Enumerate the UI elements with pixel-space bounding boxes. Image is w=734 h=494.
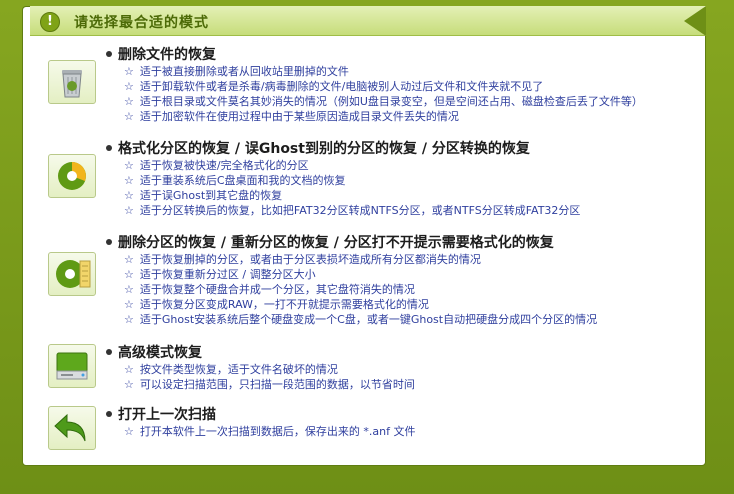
- section-title: 删除分区的恢复 / 重新分区的恢复 / 分区打不开提示需要格式化的恢复: [106, 232, 554, 252]
- mode-formatted-partition[interactable]: 格式化分区的恢复 / 误Ghost到别的分区的恢复 / 分区转换的恢复 ☆ 适于恢…: [48, 138, 688, 224]
- header-flag-decoration: [684, 6, 706, 36]
- section-items: ☆ 适于恢复被快速/完全格式化的分区 ☆ 适于重装系统后C盘桌面和我的文档的恢复 ☆…: [124, 158, 580, 218]
- list-item: ☆ 适于恢复整个硬盘合并成一个分区，其它盘符消失的情况: [124, 283, 415, 296]
- list-item: ☆ 适于恢复重新分过区 / 调整分区大小: [124, 268, 316, 281]
- partition-icon: [48, 252, 96, 296]
- section-items: ☆ 打开本软件上一次扫描到数据后，保存出来的 *.anf 文件: [124, 424, 415, 439]
- mode-advanced[interactable]: 高级模式恢复 ☆ 按文件类型恢复，适于文件名破坏的情况 ☆ 可以设定扫描范围，只扫描…: [48, 342, 688, 400]
- list-item: ☆ 适于Ghost安装系统后整个硬盘变成一个C盘，或者一键Ghost自动把硬盘分成…: [124, 313, 598, 326]
- section-title: 高级模式恢复: [106, 342, 202, 362]
- list-item: ☆ 可以设定扫描范围，只扫描一段范围的数据，以节省时间: [124, 378, 415, 391]
- recycle-bin-icon: [48, 60, 96, 104]
- section-title: 格式化分区的恢复 / 误Ghost到别的分区的恢复 / 分区转换的恢复: [106, 138, 530, 158]
- undo-arrow-icon: [48, 406, 96, 450]
- section-title: 删除文件的恢复: [106, 44, 216, 64]
- list-item: ☆ 打开本软件上一次扫描到数据后，保存出来的 *.anf 文件: [124, 425, 416, 438]
- list-item: ☆ 按文件类型恢复，适于文件名破坏的情况: [124, 363, 338, 376]
- list-item: ☆ 适于分区转换后的恢复，比如把FAT32分区转成NTFS分区，或者NTFS分区转…: [124, 204, 581, 217]
- list-item: ☆ 适于根目录或文件莫名其妙消失的情况（例如U盘目录变空，但是空间还占用、磁盘检查…: [124, 95, 643, 108]
- list-item: ☆ 适于恢复分区变成RAW，一打不开就提示需要格式化的情况: [124, 298, 429, 311]
- info-icon: !: [40, 12, 60, 32]
- list-item: ☆ 适于卸载软件或者是杀毒/病毒删除的文件/电脑被别人动过后文件和文件夹就不见了: [124, 80, 544, 93]
- section-items: ☆ 适于被直接删除或者从回收站里删掉的文件 ☆ 适于卸载软件或者是杀毒/病毒删除的文…: [124, 64, 643, 124]
- hard-drive-icon: [48, 344, 96, 388]
- list-item: ☆ 适于误Ghost到其它盘的恢复: [124, 189, 283, 202]
- mode-deleted-partition[interactable]: 删除分区的恢复 / 重新分区的恢复 / 分区打不开提示需要格式化的恢复 ☆ 适于恢…: [48, 232, 688, 332]
- section-items: ☆ 适于恢复删掉的分区，或者由于分区表损坏造成所有分区都消失的情况 ☆ 适于恢复重新…: [124, 252, 597, 327]
- list-item: ☆ 适于加密软件在使用过程中由于某些原因造成目录文件丢失的情况: [124, 110, 459, 123]
- mode-open-last-scan[interactable]: 打开上一次扫描 ☆ 打开本软件上一次扫描到数据后，保存出来的 *.anf 文件: [48, 404, 688, 456]
- panel-header: ! 请选择最合适的模式: [30, 6, 706, 36]
- mode-deleted-files[interactable]: 删除文件的恢复 ☆ 适于被直接删除或者从回收站里删掉的文件 ☆ 适于卸载软件或者是杀…: [48, 44, 688, 130]
- disk-pie-icon: [48, 154, 96, 198]
- list-item: ☆ 适于恢复被快速/完全格式化的分区: [124, 159, 309, 172]
- section-items: ☆ 按文件类型恢复，适于文件名破坏的情况 ☆ 可以设定扫描范围，只扫描一段范围的数据…: [124, 362, 415, 392]
- panel-title: 请选择最合适的模式: [74, 15, 209, 31]
- section-title: 打开上一次扫描: [106, 404, 216, 424]
- list-item: ☆ 适于重装系统后C盘桌面和我的文档的恢复: [124, 174, 346, 187]
- list-item: ☆ 适于被直接删除或者从回收站里删掉的文件: [124, 65, 349, 78]
- list-item: ☆ 适于恢复删掉的分区，或者由于分区表损坏造成所有分区都消失的情况: [124, 253, 481, 266]
